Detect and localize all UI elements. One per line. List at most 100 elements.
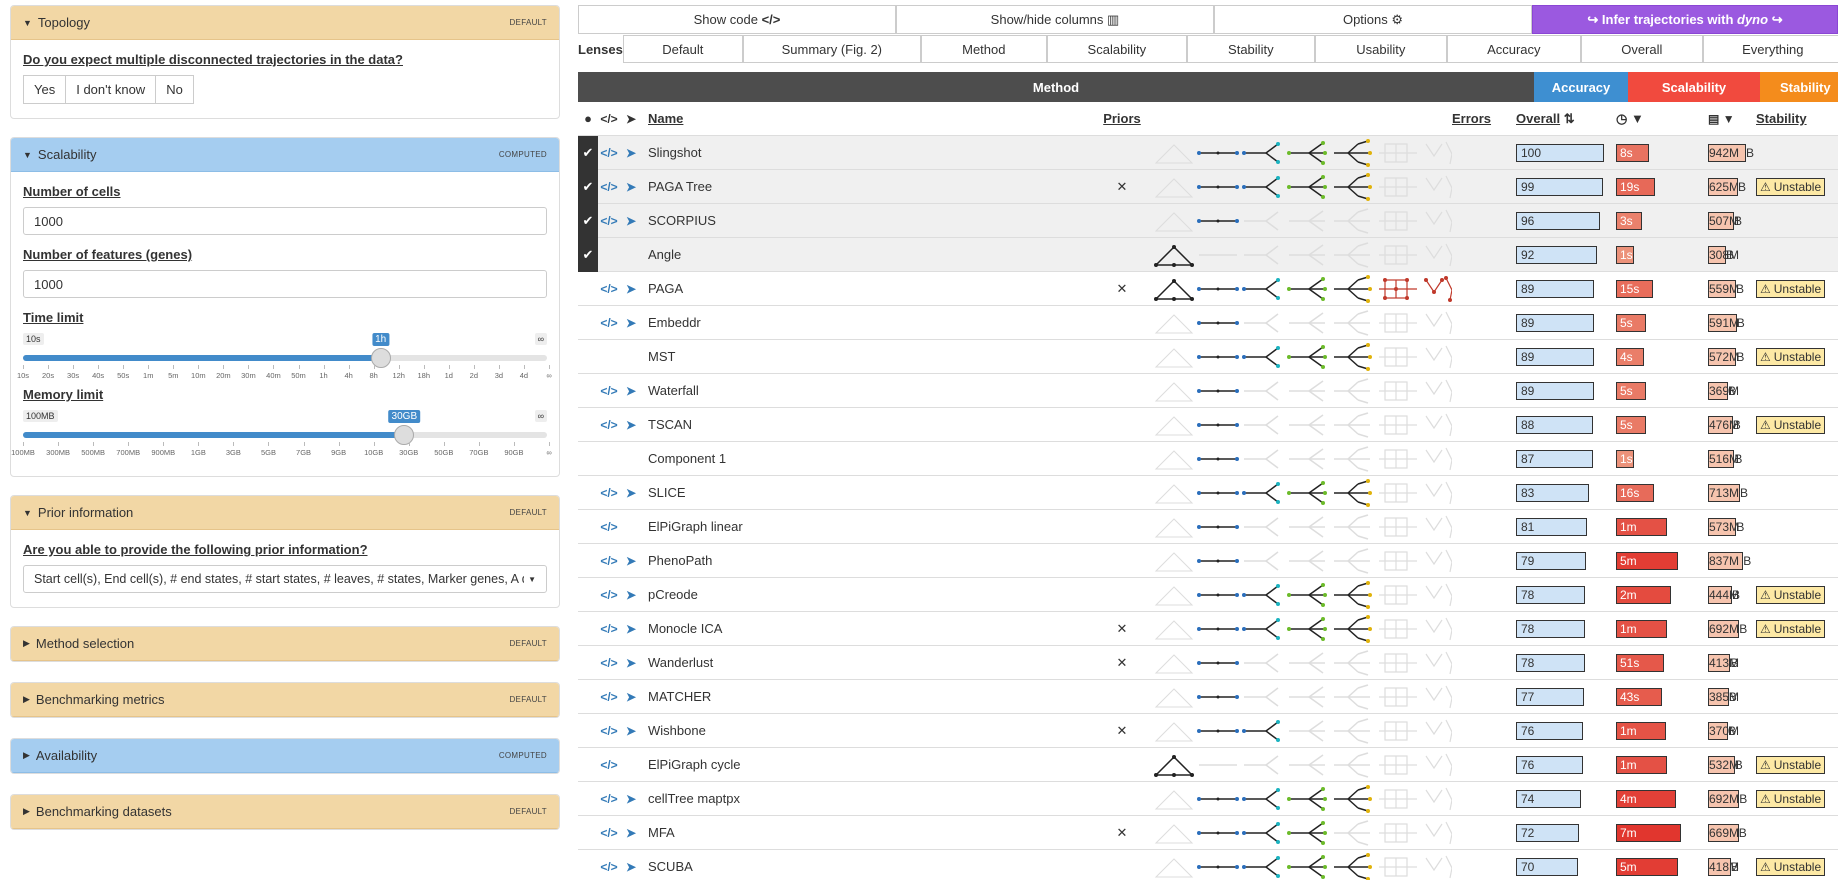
lens-everything[interactable]: Everything (1702, 35, 1838, 63)
filter-icon[interactable]: ▼ (1631, 111, 1644, 126)
select-checkbox[interactable] (578, 816, 598, 850)
paper-plane-icon[interactable]: ➤ (620, 418, 642, 432)
features-input[interactable]: 1000 (23, 270, 547, 298)
option-dont-know-button[interactable]: I don't know (65, 75, 157, 104)
lens-stability[interactable]: Stability (1186, 35, 1315, 63)
select-checkbox[interactable] (578, 442, 598, 476)
code-icon[interactable]: </> (598, 316, 620, 330)
table-row[interactable]: </> ➤ Wanderlust ✕ 78 51s 413M B (578, 646, 1838, 680)
code-icon[interactable]: </> (598, 146, 620, 160)
table-row[interactable]: </> ➤ cellTree maptpx 74 4m 692M B ⚠ Unstable (578, 782, 1838, 816)
select-checkbox[interactable] (578, 646, 598, 680)
scalability-header[interactable]: ▼ Scalability COMPUTED (11, 138, 559, 172)
method-name[interactable]: PhenoPath (642, 553, 1102, 568)
name-column-header[interactable]: Name (648, 111, 683, 126)
select-checkbox[interactable] (578, 782, 598, 816)
paper-plane-icon[interactable]: ➤ (620, 826, 642, 840)
select-checkbox[interactable]: ✔ (578, 203, 598, 238)
table-row[interactable]: MST 89 4s 572M B ⚠ Unstable (578, 340, 1838, 374)
lens-method[interactable]: Method (920, 35, 1047, 63)
table-row[interactable]: </> ➤ Waterfall 89 5s 369M B (578, 374, 1838, 408)
paper-plane-icon[interactable]: ➤ (620, 554, 642, 568)
filter-icon[interactable]: ▼ (1723, 112, 1735, 126)
errors-column-header[interactable]: Errors (1452, 111, 1491, 126)
benchmarking-metrics-header[interactable]: ▶ Benchmarking metrics DEFAULT (11, 683, 559, 717)
code-icon[interactable]: </> (598, 588, 620, 602)
select-checkbox[interactable] (578, 340, 598, 374)
select-checkbox[interactable] (578, 272, 598, 306)
paper-plane-icon[interactable]: ➤ (620, 214, 642, 228)
code-icon[interactable]: </> (598, 554, 620, 568)
table-row[interactable]: </> ElPiGraph linear 81 1m 573M B (578, 510, 1838, 544)
select-checkbox[interactable]: ✔ (578, 169, 598, 204)
code-icon[interactable]: </> (598, 690, 620, 704)
table-row[interactable]: Component 1 87 1s 516M B (578, 442, 1838, 476)
table-row[interactable]: </> ➤ Embeddr 89 5s 591M B (578, 306, 1838, 340)
availability-header[interactable]: ▶ Availability COMPUTED (11, 739, 559, 773)
time-limit-slider[interactable]: 10s ∞ 1h 10s 20s 30s 40s 50s 1m 5m 10m 20m 30m 40m… (17, 333, 552, 385)
method-name[interactable]: Wanderlust (642, 655, 1102, 670)
method-name[interactable]: TSCAN (642, 417, 1102, 432)
memory-limit-slider[interactable]: 100MB ∞ 30GB 100MB 300MB 500MB 700MB 900MB 1G… (11, 410, 552, 462)
paper-plane-icon[interactable]: ➤ (620, 180, 642, 194)
method-name[interactable]: ElPiGraph linear (642, 519, 1102, 534)
sort-icon[interactable]: ⇅ (1564, 111, 1575, 127)
table-row[interactable]: </> ➤ SLICE 83 16s 713M B (578, 476, 1838, 510)
select-checkbox[interactable] (578, 612, 598, 646)
table-row[interactable]: ✔ Angle 92 1s 308M B (578, 237, 1838, 272)
method-name[interactable]: Slingshot (642, 145, 1102, 160)
check-circle-icon[interactable]: ● (578, 102, 598, 136)
code-icon[interactable]: </> (598, 282, 620, 296)
table-row[interactable]: </> ➤ SCUBA 70 5m 418M B ⚠ Unstable (578, 850, 1838, 880)
select-checkbox[interactable] (578, 408, 598, 442)
option-no-button[interactable]: No (155, 75, 194, 104)
topology-header[interactable]: ▼ Topology DEFAULT (11, 6, 559, 40)
method-name[interactable]: SCORPIUS (642, 213, 1102, 228)
method-selection-header[interactable]: ▶ Method selection DEFAULT (11, 627, 559, 661)
paper-plane-icon[interactable]: ➤ (620, 316, 642, 330)
code-icon[interactable]: </> (598, 418, 620, 432)
method-name[interactable]: PAGA Tree (642, 179, 1102, 194)
paper-plane-icon[interactable]: ➤ (620, 282, 642, 296)
method-name[interactable]: PAGA (642, 281, 1102, 296)
select-checkbox[interactable] (578, 680, 598, 714)
table-row[interactable]: </> ➤ MFA ✕ 72 7m 669M B (578, 816, 1838, 850)
table-row[interactable]: ✔ </> ➤ PAGA Tree ✕ 99 19s 625M B ⚠ Unstable (578, 169, 1838, 204)
paper-plane-icon[interactable]: ➤ (620, 690, 642, 704)
code-icon[interactable]: </> (598, 520, 620, 534)
overall-column-header[interactable]: Overall (1516, 111, 1560, 126)
select-checkbox[interactable]: ✔ (578, 135, 598, 170)
option-yes-button[interactable]: Yes (23, 75, 67, 104)
select-checkbox[interactable] (578, 850, 598, 880)
paper-plane-icon[interactable]: ➤ (620, 384, 642, 398)
stability-column-header[interactable]: Stability (1756, 111, 1807, 126)
method-name[interactable]: pCreode (642, 587, 1102, 602)
lens-overall[interactable]: Overall (1580, 35, 1703, 63)
method-name[interactable]: Component 1 (642, 451, 1102, 466)
options-button[interactable]: Options ⚙ (1214, 5, 1532, 34)
benchmarking-datasets-header[interactable]: ▶ Benchmarking datasets DEFAULT (11, 795, 559, 829)
table-row[interactable]: </> ElPiGraph cycle 76 1m 532M B ⚠ Unstable (578, 748, 1838, 782)
code-icon[interactable]: </> (598, 486, 620, 500)
show-code-button[interactable]: Show code </> (578, 5, 896, 34)
method-name[interactable]: cellTree maptpx (642, 791, 1102, 806)
lens-summary[interactable]: Summary (Fig. 2) (742, 35, 921, 63)
method-name[interactable]: MATCHER (642, 689, 1102, 704)
paper-plane-icon[interactable]: ➤ (620, 588, 642, 602)
table-row[interactable]: </> ➤ Monocle ICA ✕ 78 1m 692M B ⚠ Unstable (578, 612, 1838, 646)
paper-plane-icon[interactable]: ➤ (620, 146, 642, 160)
lens-accuracy[interactable]: Accuracy (1446, 35, 1581, 63)
slider-handle[interactable] (394, 425, 415, 445)
lens-scalability[interactable]: Scalability (1046, 35, 1187, 63)
method-name[interactable]: Waterfall (642, 383, 1102, 398)
table-row[interactable]: </> ➤ pCreode 78 2m 444M B ⚠ Unstable (578, 578, 1838, 612)
code-icon[interactable]: </> (598, 826, 620, 840)
method-name[interactable]: ElPiGraph cycle (642, 757, 1102, 772)
select-checkbox[interactable] (578, 544, 598, 578)
infer-trajectories-button[interactable]: ↪ Infer trajectories with dyno ↪ (1532, 5, 1838, 34)
code-icon[interactable]: </> (598, 180, 620, 194)
code-icon[interactable]: </> (598, 622, 620, 636)
code-icon[interactable]: </> (598, 724, 620, 738)
table-row[interactable]: </> ➤ PhenoPath 79 5m 837M B (578, 544, 1838, 578)
cells-input[interactable]: 1000 (23, 207, 547, 235)
